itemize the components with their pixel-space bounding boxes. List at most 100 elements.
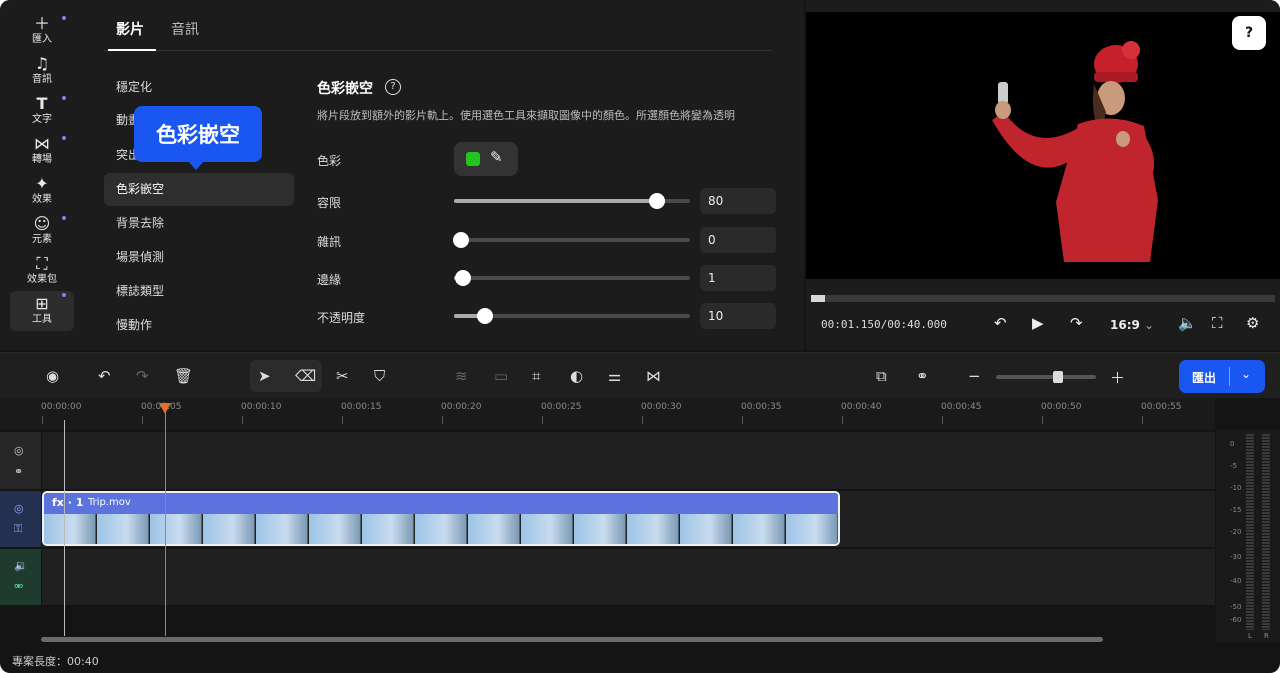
tab-video[interactable]: 影片 bbox=[116, 19, 144, 39]
preview-progress-bar[interactable] bbox=[811, 295, 1275, 302]
lock-icon[interactable]: ⚿ bbox=[14, 522, 22, 536]
menu-label: 色彩嵌空 bbox=[116, 182, 165, 196]
tolerance-label: 容限 bbox=[317, 196, 342, 210]
step-back-icon[interactable]: ↶ bbox=[994, 314, 1007, 332]
audio-track[interactable] bbox=[42, 549, 1215, 605]
split-screen-icon[interactable]: ⧉ bbox=[876, 367, 887, 385]
opacity-slider[interactable] bbox=[454, 308, 690, 324]
rail-audio[interactable]: ♫ 音訊 bbox=[10, 54, 74, 92]
playhead-handle[interactable] bbox=[159, 403, 171, 414]
zoom-in-icon[interactable]: ＋ bbox=[1110, 367, 1125, 388]
rail-effect-packs[interactable]: ⛶ 效果包 bbox=[10, 254, 74, 292]
tolerance-value[interactable]: 80 bbox=[700, 188, 776, 214]
delete-icon[interactable]: 🗑 bbox=[174, 367, 193, 385]
transition-icon[interactable]: ⋈ bbox=[646, 367, 661, 385]
edge-value[interactable]: 1 bbox=[700, 265, 776, 291]
record-icon[interactable]: ◉ bbox=[46, 367, 59, 385]
timecode: 00:01.150/00:40.000 bbox=[821, 318, 947, 331]
color-adjust-icon[interactable]: ◐ bbox=[570, 367, 583, 385]
audio-wave-icon[interactable]: ≋ bbox=[455, 367, 468, 385]
volume-icon[interactable]: 🔈 bbox=[1178, 314, 1197, 332]
menu-scene-detection[interactable]: 場景偵測 bbox=[104, 241, 294, 274]
transition-icon: ⋈ bbox=[34, 134, 50, 153]
menu-stabilize[interactable]: 穩定化 bbox=[104, 71, 294, 104]
eyedropper-icon[interactable]: ✎ bbox=[490, 148, 503, 166]
sliders-icon[interactable]: ⚌ bbox=[608, 367, 621, 385]
meter-label: -20 bbox=[1230, 528, 1242, 536]
help-button[interactable]: ? bbox=[1232, 16, 1266, 50]
menu-chroma-key[interactable]: 色彩嵌空 bbox=[104, 173, 294, 206]
tolerance-slider[interactable] bbox=[454, 193, 690, 209]
crop-icon[interactable]: ⌗ bbox=[532, 367, 540, 385]
video-clip[interactable]: fx · 1 Trip.mov bbox=[42, 491, 840, 546]
rail-import[interactable]: ＋ 匯入 bbox=[10, 14, 74, 52]
overlay-track[interactable] bbox=[42, 432, 1215, 489]
ruler-tick: 00:00:25 bbox=[541, 402, 582, 424]
opacity-value[interactable]: 10 bbox=[700, 303, 776, 329]
clip-fx-badge[interactable]: fx · 1 bbox=[52, 496, 83, 509]
zoom-knob[interactable] bbox=[1053, 371, 1063, 383]
step-forward-icon[interactable]: ↷ bbox=[1070, 314, 1083, 332]
chevron-down-icon: ⌄ bbox=[1144, 318, 1155, 332]
unlink-icon[interactable]: ⚮ bbox=[14, 580, 23, 593]
tab-label: 影片 bbox=[116, 22, 144, 38]
new-dot bbox=[62, 293, 66, 297]
meter-label: -15 bbox=[1230, 506, 1242, 514]
ruler-tick: 00:00:00 bbox=[41, 402, 82, 424]
scissors-icon[interactable]: ✂ bbox=[336, 367, 349, 385]
export-button[interactable]: 匯出 ⌄ bbox=[1179, 360, 1265, 393]
eye-icon[interactable]: ◎ bbox=[14, 444, 24, 457]
menu-background-removal[interactable]: 背景去除 bbox=[104, 207, 294, 240]
speaker-icon[interactable]: 🔉 bbox=[14, 559, 28, 572]
rail-transition[interactable]: ⋈ 轉場 bbox=[10, 134, 74, 172]
eye-icon[interactable]: ◎ bbox=[14, 502, 24, 515]
chevron-down-icon[interactable]: ⌄ bbox=[1241, 367, 1251, 381]
slider-knob[interactable] bbox=[453, 232, 469, 248]
slider-fill bbox=[454, 199, 657, 203]
rail-label: 元素 bbox=[32, 234, 52, 245]
select-arrow-icon[interactable]: ➤ bbox=[258, 367, 271, 385]
zoom-slider[interactable] bbox=[996, 375, 1096, 379]
shield-icon[interactable]: ⛉ bbox=[374, 367, 385, 385]
noise-value[interactable]: 0 bbox=[700, 227, 776, 253]
noise-slider[interactable] bbox=[453, 232, 690, 248]
undo-icon[interactable]: ↶ bbox=[98, 367, 111, 385]
timeline-ruler[interactable]: 00:00:00 00:00:05 00:00:10 00:00:15 00:0… bbox=[0, 398, 1215, 430]
ruler-tick: 00:00:15 bbox=[341, 402, 382, 424]
start-marker bbox=[64, 420, 65, 636]
rail-elements[interactable]: ☺ 元素 bbox=[10, 214, 74, 252]
link-icon[interactable]: ⚭ bbox=[916, 367, 929, 385]
playhead-line[interactable] bbox=[165, 412, 166, 636]
timeline-scrollbar[interactable] bbox=[41, 637, 1103, 642]
slider-knob[interactable] bbox=[455, 270, 471, 286]
rail-text[interactable]: T 文字 bbox=[10, 94, 74, 132]
tab-audio[interactable]: 音訊 bbox=[171, 19, 199, 39]
meter-label: -30 bbox=[1230, 553, 1242, 561]
menu-logo-type[interactable]: 標誌類型 bbox=[104, 275, 294, 308]
eraser-icon[interactable]: ⌫ bbox=[295, 367, 316, 385]
property-panel: 影片 音訊 穩定化 動畫 突出 色彩嵌空 背景去除 場景偵測 標誌類型 慢動作 … bbox=[96, 0, 804, 350]
link-icon[interactable]: ⚭ bbox=[14, 465, 23, 478]
menu-slow-motion[interactable]: 慢動作 bbox=[104, 309, 294, 342]
color-picker-box[interactable]: ✎ bbox=[454, 142, 518, 176]
clip-name: Trip.mov bbox=[88, 497, 131, 508]
ruler-tick: 00:00:10 bbox=[241, 402, 282, 424]
rail-label: 文字 bbox=[32, 114, 52, 125]
video-canvas[interactable] bbox=[806, 12, 1280, 279]
track-header-overlay: ◎ ⚭ bbox=[0, 432, 41, 489]
color-swatch[interactable] bbox=[466, 152, 480, 166]
aspect-ratio-select[interactable]: 16:9 ⌄ bbox=[1110, 318, 1154, 332]
rail-effects[interactable]: ✦ 效果 bbox=[10, 174, 74, 212]
settings-gear-icon[interactable]: ⚙ bbox=[1246, 314, 1259, 332]
slider-knob[interactable] bbox=[477, 308, 493, 324]
play-icon[interactable]: ▶ bbox=[1032, 314, 1044, 332]
captions-icon[interactable]: ▭ bbox=[494, 367, 508, 385]
help-icon[interactable]: ? bbox=[385, 79, 401, 95]
rail-tools[interactable]: ⊞ 工具 bbox=[10, 291, 74, 331]
edge-slider[interactable] bbox=[454, 270, 690, 286]
menu-label: 慢動作 bbox=[116, 318, 153, 332]
slider-knob[interactable] bbox=[649, 193, 665, 209]
redo-icon[interactable]: ↷ bbox=[136, 367, 149, 385]
fullscreen-icon[interactable]: ⛶ bbox=[1212, 314, 1223, 332]
zoom-out-icon[interactable]: − bbox=[968, 367, 981, 385]
